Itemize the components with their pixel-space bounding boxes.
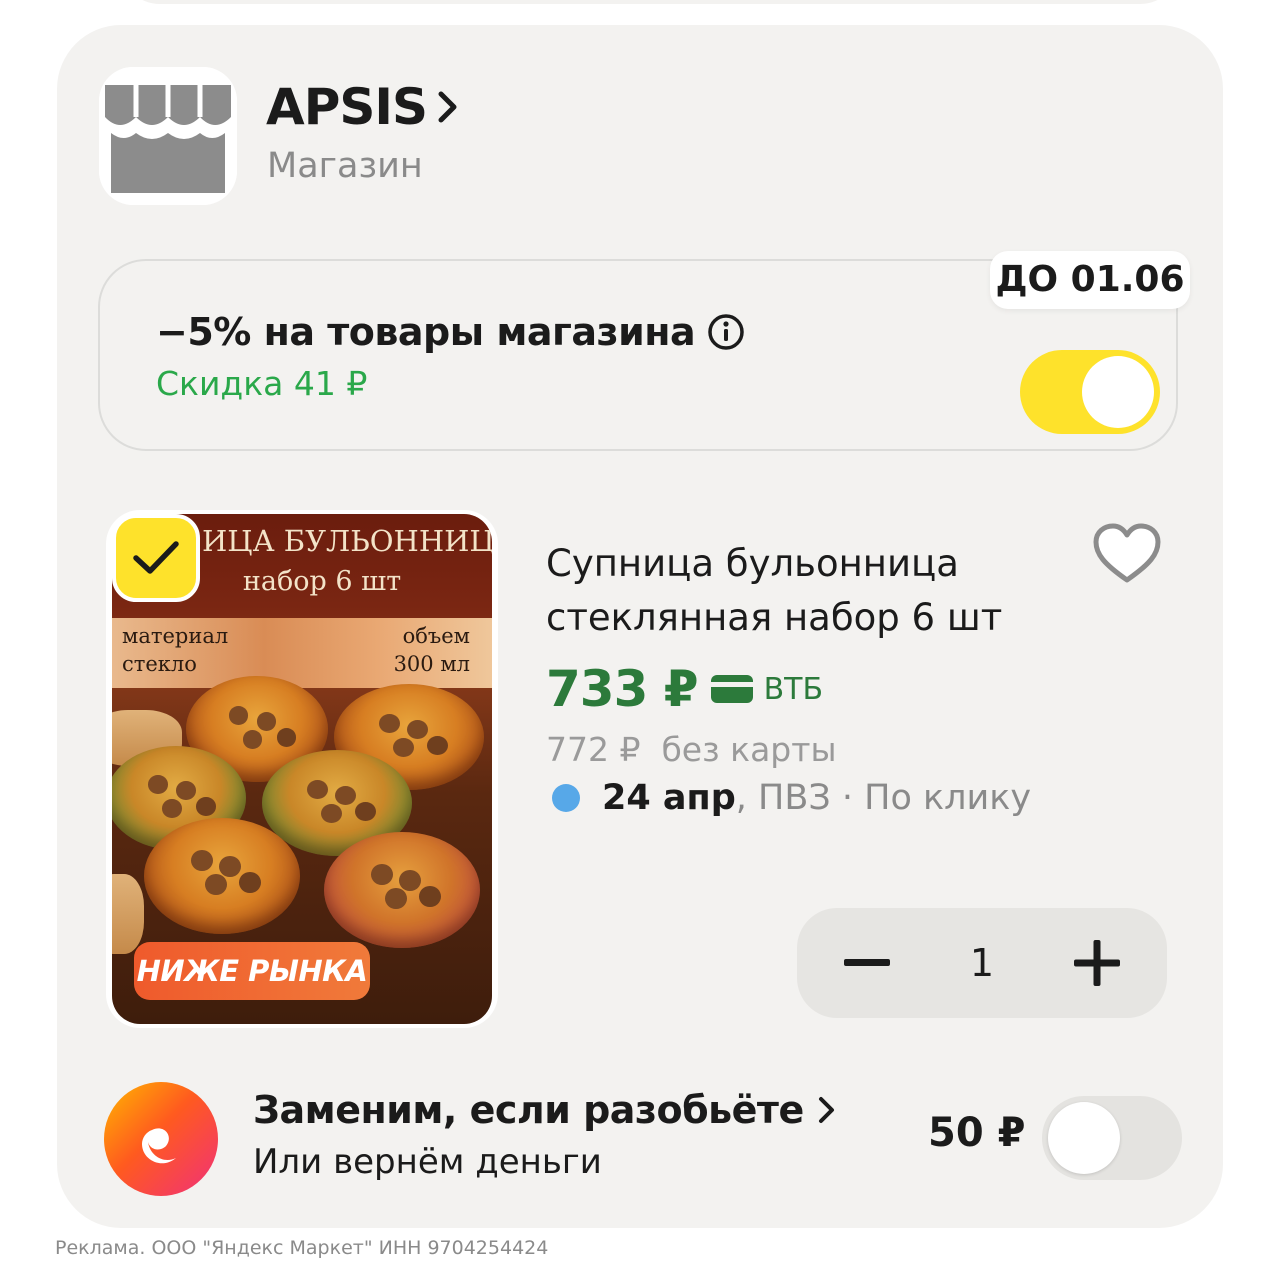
price-without-card: 772 ₽ без карты [546, 730, 837, 769]
shop-name-link[interactable]: APSIS [266, 78, 459, 136]
delivery-method: , ПВЗ · По клику [735, 778, 1032, 818]
store-awning-icon [99, 67, 237, 205]
insurance-toggle[interactable] [1042, 1096, 1182, 1180]
chevron-right-icon [437, 90, 459, 124]
bank-card-icon [710, 674, 754, 704]
plus-icon [1074, 940, 1120, 986]
delivery-date: 24 апр [602, 778, 736, 818]
image-volume-value: 300 мл [393, 652, 470, 676]
price-with-card: 733 ₽ [546, 660, 699, 718]
insurance-logo-icon [102, 1080, 220, 1198]
insurance-title-link[interactable]: Заменим, если разобьёте [253, 1088, 836, 1132]
checkmark-icon [133, 541, 179, 574]
decrement-button[interactable] [812, 908, 922, 1018]
promo-discount: Скидка 41 ₽ [156, 364, 368, 403]
insurance-price: 50 ₽ [928, 1110, 1026, 1156]
price-row: 733 ₽ ВТБ [546, 660, 823, 718]
product-title[interactable]: Супница бульонница стеклянная набор 6 шт [546, 537, 1066, 645]
chevron-right-icon [818, 1096, 836, 1124]
quantity-stepper: 1 [797, 908, 1167, 1018]
toggle-knob [1048, 1102, 1120, 1174]
info-icon[interactable] [707, 313, 745, 351]
soup-bowl [144, 818, 300, 934]
promo-toggle[interactable] [1020, 350, 1160, 434]
bread-slice [112, 874, 144, 954]
image-material-label: материал [122, 624, 229, 648]
delivery-info: 24 апр , ПВЗ · По клику [552, 778, 1031, 818]
quantity-value: 1 [969, 941, 995, 985]
previous-card-edge [120, 0, 1180, 4]
product-select-checkbox[interactable] [112, 514, 200, 602]
insurance-subtitle: Или вернём деньги [253, 1142, 602, 1182]
increment-button[interactable] [1042, 908, 1152, 1018]
soup-bowl [324, 832, 480, 948]
shop-type: Магазин [267, 146, 423, 186]
below-market-badge: НИЖЕ РЫНКА [134, 942, 370, 1000]
shop-name: APSIS [266, 78, 428, 136]
toggle-knob [1082, 356, 1154, 428]
delivery-status-dot [552, 784, 580, 812]
ad-disclaimer: Реклама. ООО "Яндекс Маркет" ИНН 9704254… [55, 1237, 549, 1259]
promo-until-badge: ДО 01.06 [990, 251, 1190, 309]
shop-logo[interactable] [99, 67, 237, 205]
promo-title: −5% на товары магазина [156, 310, 745, 354]
minus-icon [844, 959, 890, 966]
insurance-title: Заменим, если разобьёте [253, 1088, 804, 1132]
heart-icon[interactable] [1092, 522, 1162, 592]
image-title-line1: ИЦА БУЛЬОННИЦА [202, 524, 492, 558]
promo-title-text: −5% на товары магазина [156, 310, 696, 354]
image-material-value: стекло [122, 652, 197, 676]
bank-name: ВТБ [763, 671, 824, 707]
image-volume-label: объем [402, 624, 470, 648]
